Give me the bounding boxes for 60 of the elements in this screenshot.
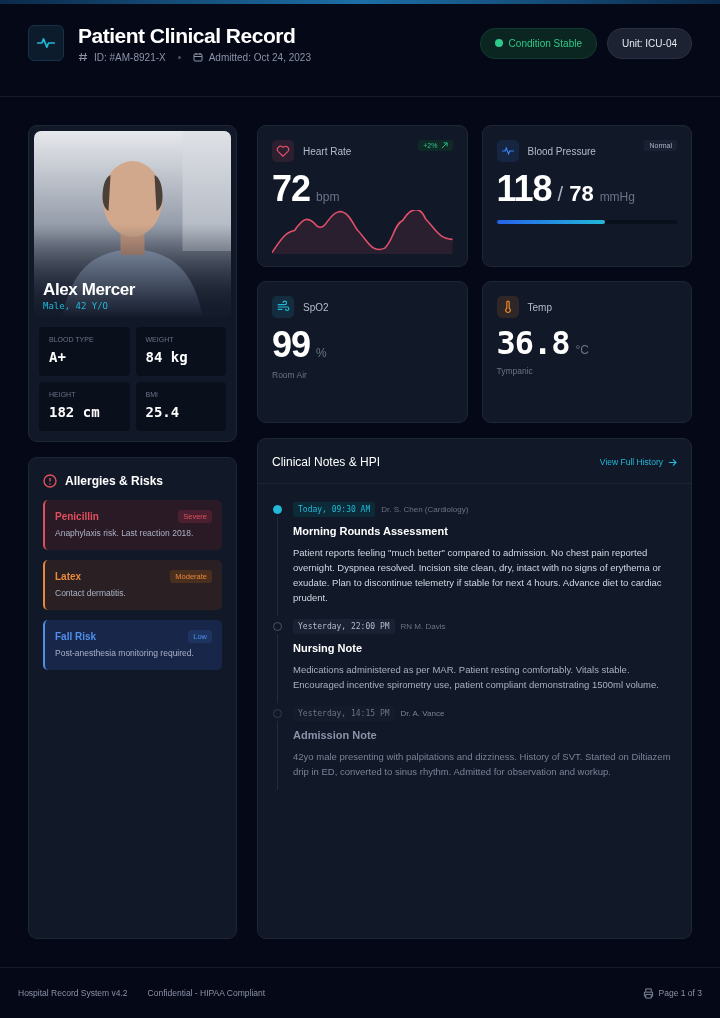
note-text: Medications administered as per MAR. Patient resting comfortably. Vitals stable. Encouraged incentive spirometry use, patient compliant demonstrating 1500ml volume. (293, 663, 660, 692)
note-title: Admission Note (293, 729, 378, 741)
page-number: Page 1 of 3 (658, 988, 702, 998)
vital-unit: % (316, 346, 327, 360)
view-history-link[interactable]: View Full History (599, 457, 677, 467)
note-text: 42yo male presenting with palpitations and dizziness. History of SVT. Started on Diltiazem drip in ED, converted to sinus rhythm. Admitted for observation and workup. (293, 750, 672, 779)
alert-icon (43, 474, 57, 488)
vital-value-secondary: 78 (569, 181, 594, 207)
vital-caption: Room Air (272, 370, 308, 380)
stat-value: 182 cm (49, 404, 101, 420)
allergy-name: Latex (55, 571, 82, 582)
vital-label: Heart Rate (303, 145, 352, 157)
note-title: Nursing Note (293, 642, 364, 654)
vital-unit: mmHg (599, 190, 635, 204)
patient-id: ID: #AM-8921-X (94, 51, 166, 63)
patient-subtitle: Male, 42 Y/O (43, 301, 110, 311)
wind-icon (276, 300, 290, 314)
arrow-right-icon (668, 457, 677, 467)
stat-value: A+ (49, 349, 67, 365)
confidential-notice: Confidential - HIPAA Compliant (147, 988, 266, 998)
page-title: Patient Clinical Record (78, 23, 297, 48)
pulse-logo-icon (28, 25, 64, 61)
vital-value: 118 (496, 168, 552, 210)
vital-caption: Tympanic (496, 366, 534, 376)
allergy-name: Penicillin (55, 511, 99, 522)
vital-unit: bpm (316, 190, 340, 204)
note-text: Patient reports feeling "much better" compared to admission. No chest pain reported overnight. Dyspnea resolved. Incision site clean, dry, intact with no signs of erythema or exudate. Plan to discontinue telemetry if stable for next 4 hours. Advance diet to cardiac prudent. (293, 546, 663, 605)
vital-unit: °C (575, 343, 590, 357)
calendar-icon (192, 52, 203, 62)
unit-badge: Unit: ICU-04 (607, 27, 692, 59)
stat-value: 25.4 (145, 404, 181, 420)
allergy-note: Anaphylaxis risk. Last reaction 2018. (55, 528, 195, 538)
admitted-date: Admitted: Oct 24, 2023 (208, 51, 311, 63)
patient-name: Alex Mercer (43, 280, 135, 300)
condition-badge: Condition Stable (479, 27, 597, 59)
pulse-icon (500, 144, 515, 158)
vital-label: Temp (527, 301, 552, 313)
vital-value: 72 (272, 168, 311, 210)
note-author: RN M. Davis (400, 622, 446, 631)
system-version: Hospital Record System v4.2 (18, 988, 128, 998)
vital-label: SpO2 (303, 301, 329, 313)
note-author: Dr. S. Chen (Cardiology) (381, 505, 469, 514)
note-author: Dr. A. Vance (400, 709, 445, 718)
note-title: Morning Rounds Assessment (293, 525, 449, 537)
note-time: Yesterday, 22:00 PM (293, 619, 395, 634)
vital-label: Blood Pressure (527, 145, 596, 157)
allergies-title: Allergies & Risks (65, 474, 164, 488)
trend-up-icon (440, 142, 448, 149)
value-separator: / (557, 183, 564, 206)
notes-title: Clinical Notes & HPI (272, 455, 381, 469)
allergy-note: Post-anesthesia monitoring required. (55, 648, 195, 658)
printer-icon[interactable] (642, 987, 654, 999)
vital-value: 99 (272, 324, 311, 366)
vital-value: 36.8 (496, 324, 570, 362)
note-time: Today, 09:30 AM (293, 502, 376, 517)
stat-value: 84 kg (145, 349, 189, 365)
allergy-note: Contact dermatitis. (55, 588, 127, 598)
hash-icon (78, 52, 88, 62)
allergy-name: Fall Risk (55, 631, 97, 642)
heart-icon (276, 144, 290, 158)
